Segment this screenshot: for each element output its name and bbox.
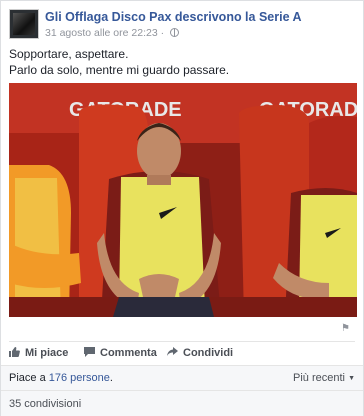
share-button[interactable]: Condividi xyxy=(167,347,233,359)
thumbs-up-icon xyxy=(9,347,20,357)
post-timestamp[interactable]: 31 agosto alle ore 22:23 xyxy=(45,27,158,39)
photo-illustration: GATORADE GATORADE sparco sparco xyxy=(9,83,357,317)
post-meta: 31 agosto alle ore 22:23 · xyxy=(45,27,180,39)
comment-button[interactable]: Commenta xyxy=(84,347,157,359)
share-arrow-icon xyxy=(167,347,178,356)
like-button[interactable]: Mi piace xyxy=(9,347,68,359)
post-text-line: Sopportare, aspettare. xyxy=(9,47,129,61)
post-photo[interactable]: GATORADE GATORADE sparco sparco xyxy=(9,83,357,317)
caret-down-icon: ▼ xyxy=(348,375,355,382)
likes-summary: Piace a 176 persone. xyxy=(9,372,113,384)
comment-sort-dropdown[interactable]: Più recenti ▼ xyxy=(293,372,355,384)
post-text: Sopportare, aspettare. Parlo da solo, me… xyxy=(9,46,229,78)
likes-suffix: . xyxy=(109,372,113,384)
globe-icon xyxy=(170,28,180,37)
like-label: Mi piace xyxy=(25,347,69,359)
page-avatar[interactable] xyxy=(9,9,39,39)
likes-summary-row: Piace a 176 persone. Più recenti ▼ xyxy=(1,365,363,390)
post-actions-bar: Mi piace Commenta Condividi xyxy=(9,341,355,363)
post-text-line: Parlo da solo, mentre mi guardo passare. xyxy=(9,63,230,77)
likes-count-link[interactable]: 176 persone xyxy=(49,372,110,384)
share-label: Condividi xyxy=(183,347,234,359)
comment-label: Commenta xyxy=(100,347,157,359)
page-name-link[interactable]: Gli Offlaga Disco Pax descrivono la Seri… xyxy=(45,10,302,24)
shares-count-link[interactable]: 35 condivisioni xyxy=(9,398,81,410)
flag-icon[interactable]: ⚑ xyxy=(341,323,350,334)
likes-prefix: Piace a xyxy=(9,372,49,384)
sort-label: Più recenti xyxy=(293,372,345,384)
dot-separator: · xyxy=(160,27,168,39)
shares-row: 35 condivisioni xyxy=(1,390,363,416)
post-card: Gli Offlaga Disco Pax descrivono la Seri… xyxy=(0,0,364,416)
post-header: Gli Offlaga Disco Pax descrivono la Seri… xyxy=(9,9,355,41)
comment-icon xyxy=(84,347,95,357)
